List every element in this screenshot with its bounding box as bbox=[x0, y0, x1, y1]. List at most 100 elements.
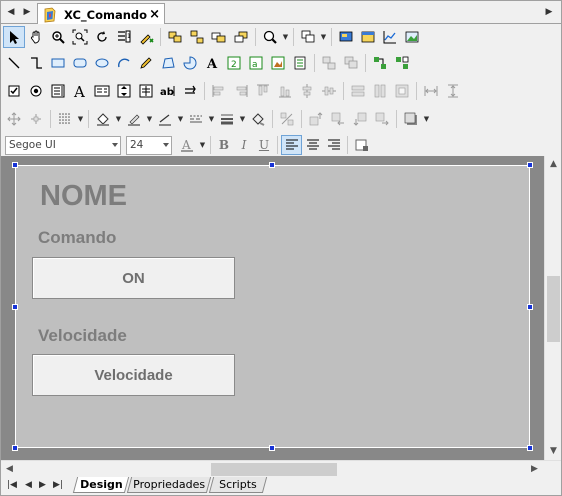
chevron-down-icon[interactable]: ▼ bbox=[319, 26, 328, 48]
chart-tool[interactable] bbox=[379, 26, 401, 48]
listbox-tool[interactable] bbox=[47, 80, 69, 102]
chevron-down-icon[interactable]: ▼ bbox=[76, 108, 85, 130]
layer-tool[interactable] bbox=[297, 26, 319, 48]
scroll-up-icon[interactable]: ▲ bbox=[545, 156, 562, 173]
flow-tool[interactable] bbox=[179, 80, 201, 102]
align-right-tool[interactable] bbox=[230, 80, 252, 102]
send-back-tool[interactable] bbox=[230, 26, 252, 48]
tab-propriedades[interactable]: Propriedades bbox=[126, 477, 212, 493]
arc-tool[interactable] bbox=[113, 52, 135, 74]
polyline-tool[interactable] bbox=[25, 52, 47, 74]
selection-handle-top-right[interactable] bbox=[527, 162, 533, 168]
connector2-tool[interactable] bbox=[391, 52, 413, 74]
first-tab-icon[interactable]: |◀ bbox=[7, 480, 17, 490]
align-group-tool[interactable] bbox=[318, 52, 340, 74]
screen-form[interactable]: NOME Comando ON Velocidade Velocidade bbox=[15, 165, 530, 448]
tab-scroll-left-icon[interactable]: ◀ bbox=[5, 5, 17, 19]
nudge-down-tool[interactable] bbox=[349, 108, 371, 130]
chevron-down-icon[interactable]: ▼ bbox=[198, 134, 207, 156]
flip-tool[interactable] bbox=[276, 108, 298, 130]
scroll-left-icon[interactable]: ◀ bbox=[1, 461, 18, 478]
vertical-scroll-thumb[interactable] bbox=[547, 276, 560, 342]
chevron-down-icon[interactable]: ▼ bbox=[207, 108, 216, 130]
horizontal-scrollbar[interactable]: ◀ ▶ bbox=[1, 460, 561, 477]
polygon-tool[interactable] bbox=[157, 52, 179, 74]
tab-order-tool[interactable]: 1 bbox=[113, 26, 135, 48]
spin-tool[interactable] bbox=[113, 80, 135, 102]
eyedropper-tool[interactable] bbox=[135, 26, 157, 48]
rectangle-tool[interactable] bbox=[47, 52, 69, 74]
on-button[interactable]: ON bbox=[32, 257, 235, 299]
ellipse-tool[interactable] bbox=[91, 52, 113, 74]
same-size-tool[interactable] bbox=[391, 80, 413, 102]
space-horiz-tool[interactable] bbox=[420, 80, 442, 102]
selection-handle-bottom-center[interactable] bbox=[269, 445, 275, 451]
font-family-select[interactable]: Segoe UI bbox=[5, 135, 121, 155]
zoom-level-tool[interactable] bbox=[259, 26, 281, 48]
chevron-down-icon[interactable]: ▼ bbox=[114, 108, 123, 130]
next-tab-icon[interactable]: ▶ bbox=[39, 480, 46, 490]
same-height-tool[interactable] bbox=[369, 80, 391, 102]
space-vert-tool[interactable] bbox=[442, 80, 464, 102]
center-h-tool[interactable] bbox=[318, 80, 340, 102]
align-left-tool[interactable] bbox=[208, 80, 230, 102]
image-tool[interactable] bbox=[401, 26, 423, 48]
fill-color-tool[interactable] bbox=[92, 108, 114, 130]
align-text-right-button[interactable] bbox=[323, 135, 344, 155]
text-tool[interactable]: A bbox=[201, 52, 223, 74]
chevron-down-icon[interactable]: ▼ bbox=[176, 108, 185, 130]
vertical-scrollbar[interactable]: ▲ ▼ bbox=[544, 156, 561, 460]
document-tab-close-icon[interactable]: × bbox=[149, 7, 160, 22]
scroll-down-icon[interactable]: ▼ bbox=[545, 443, 562, 460]
selection-handle-bottom-left[interactable] bbox=[12, 445, 18, 451]
bitmap-tool[interactable] bbox=[267, 52, 289, 74]
nudge-right-tool[interactable] bbox=[371, 108, 393, 130]
rounded-rectangle-tool[interactable] bbox=[69, 52, 91, 74]
move-tool[interactable] bbox=[3, 108, 25, 130]
font-size-select[interactable]: 24 bbox=[126, 135, 172, 155]
textbox-tool[interactable] bbox=[91, 80, 113, 102]
align-top-tool[interactable] bbox=[252, 80, 274, 102]
shadow-tool[interactable] bbox=[400, 108, 422, 130]
prev-tab-icon[interactable]: ◀ bbox=[25, 480, 32, 490]
font-color-tool[interactable]: A bbox=[176, 134, 198, 156]
pie-tool[interactable] bbox=[179, 52, 201, 74]
zoom-tool[interactable] bbox=[47, 26, 69, 48]
nudge-left-tool[interactable] bbox=[327, 108, 349, 130]
text-display-tool[interactable]: a bbox=[245, 52, 267, 74]
last-tab-icon[interactable]: ▶| bbox=[53, 480, 63, 490]
edit-text-tool[interactable]: ab bbox=[157, 80, 179, 102]
label-tool[interactable]: A bbox=[69, 80, 91, 102]
symbol-tool[interactable] bbox=[289, 52, 311, 74]
comando-label[interactable]: Comando bbox=[38, 228, 116, 248]
chevron-down-icon[interactable]: ▼ bbox=[145, 108, 154, 130]
selection-handle-middle-left[interactable] bbox=[12, 304, 18, 310]
underline-button[interactable]: U bbox=[254, 135, 274, 155]
connector-tool[interactable] bbox=[369, 52, 391, 74]
nudge-up-tool[interactable] bbox=[305, 108, 327, 130]
line-tool[interactable] bbox=[3, 52, 25, 74]
selection-handle-top-center[interactable] bbox=[269, 162, 275, 168]
align-text-center-button[interactable] bbox=[302, 135, 323, 155]
velocidade-label[interactable]: Velocidade bbox=[38, 326, 127, 346]
chevron-down-icon[interactable]: ▼ bbox=[422, 108, 431, 130]
selection-handle-top-left[interactable] bbox=[12, 162, 18, 168]
same-width-tool[interactable] bbox=[347, 80, 369, 102]
effects-tool[interactable] bbox=[247, 108, 269, 130]
design-canvas[interactable]: NOME Comando ON Velocidade Velocidade bbox=[1, 156, 544, 460]
rotate-tool[interactable] bbox=[91, 26, 113, 48]
line-color2-tool[interactable] bbox=[154, 108, 176, 130]
align-text-left-button[interactable] bbox=[281, 135, 302, 155]
grid-tool[interactable] bbox=[54, 108, 76, 130]
italic-button[interactable]: I bbox=[234, 135, 254, 155]
move2-tool[interactable] bbox=[25, 108, 47, 130]
pencil-tool[interactable] bbox=[135, 52, 157, 74]
center-v-tool[interactable] bbox=[296, 80, 318, 102]
checkbox-tool[interactable] bbox=[3, 80, 25, 102]
pan-tool[interactable] bbox=[25, 26, 47, 48]
align-bottom-tool[interactable] bbox=[274, 80, 296, 102]
horizontal-scroll-thumb[interactable] bbox=[211, 463, 337, 476]
radio-tool[interactable] bbox=[25, 80, 47, 102]
bring-front-tool[interactable] bbox=[208, 26, 230, 48]
ungroup-tool[interactable] bbox=[186, 26, 208, 48]
